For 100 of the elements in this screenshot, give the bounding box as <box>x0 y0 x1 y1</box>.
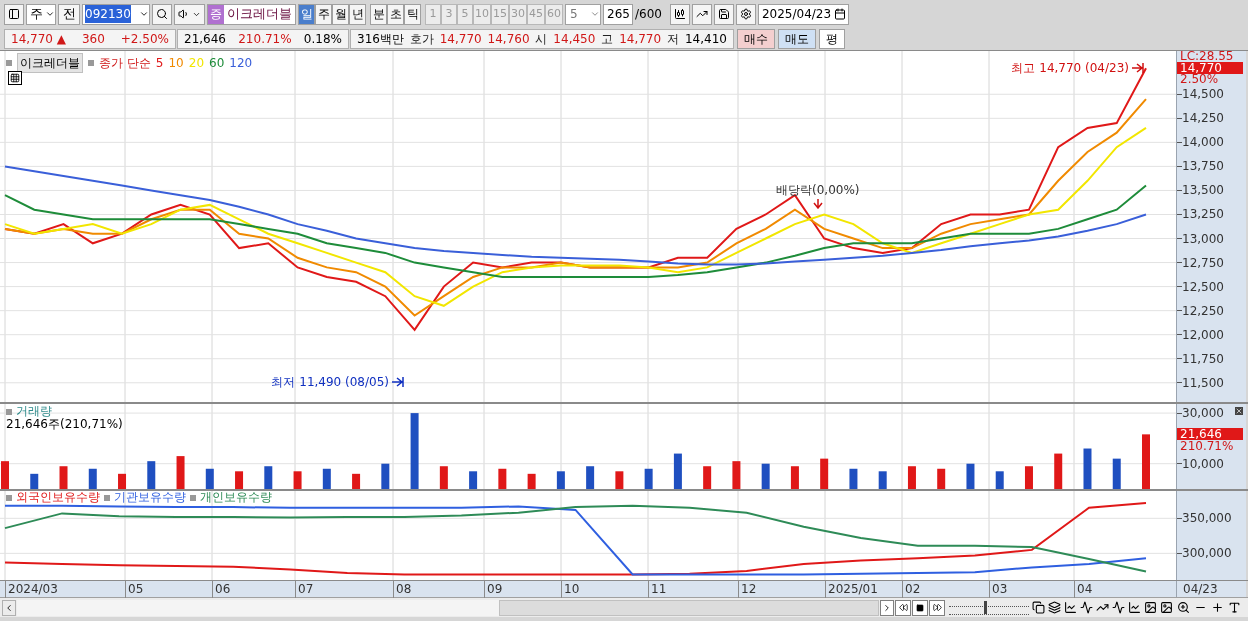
count-total: /600 <box>635 6 662 23</box>
stop-button[interactable] <box>912 599 928 616</box>
period-tab[interactable]: 주 <box>315 3 332 25</box>
stock-name: 이크레더블 <box>226 5 293 24</box>
rewind-icon <box>898 603 908 612</box>
trend-line-icon <box>695 8 708 20</box>
pulse-line-icon[interactable] <box>1080 601 1093 614</box>
scroll-left-button[interactable] <box>2 599 16 616</box>
quote-value: 210.71% <box>238 31 292 48</box>
rewind-button[interactable] <box>895 599 911 616</box>
quote-value: 21,646 <box>184 31 226 48</box>
legend-label: 외국인보유수량 <box>16 491 100 504</box>
panel-icon <box>8 8 20 20</box>
quote-value: +2.50% <box>120 31 169 48</box>
line-chart-icon[interactable] <box>1064 601 1077 614</box>
zoom-icon[interactable] <box>1177 601 1190 614</box>
settings-icon <box>739 8 752 20</box>
market-badge: 증 <box>208 4 224 24</box>
prev-button[interactable]: 전 <box>58 3 80 25</box>
line-chart-icon[interactable] <box>1128 601 1141 614</box>
period-tab[interactable]: 초 <box>387 3 404 25</box>
quote-value: 14,770 <box>619 31 662 48</box>
axis-tick-label: 12,750 <box>1182 255 1224 270</box>
stock-name-label: 이크레더블 <box>17 53 83 73</box>
axis-tick-label: 12,500 <box>1182 279 1224 294</box>
search-button[interactable] <box>152 3 172 25</box>
axis-tick-label: 13,500 <box>1182 183 1224 198</box>
period-tab[interactable]: 월 <box>332 3 349 25</box>
save-icon <box>717 8 730 20</box>
candle-add-button[interactable] <box>669 3 690 25</box>
lc-label: LC:28.55 <box>1179 51 1235 62</box>
zoom-slider-thumb[interactable] <box>984 600 987 614</box>
volume-summary: 21,646주(210,71%) <box>6 418 123 431</box>
legend-marker-icon <box>104 494 110 501</box>
order-button[interactable]: 평 <box>819 29 845 49</box>
layout-button[interactable] <box>4 3 24 25</box>
legend-marker-icon <box>88 60 94 66</box>
save-button[interactable] <box>713 3 734 25</box>
count-field[interactable]: 265 <box>603 3 633 25</box>
axis-tick-label: 13,250 <box>1182 207 1224 222</box>
change-tag: 2.50% <box>1177 74 1243 85</box>
legend-marker-icon <box>6 60 12 66</box>
copy-icon[interactable] <box>1032 601 1045 614</box>
period-tab[interactable]: 일 <box>298 3 315 25</box>
search-icon <box>156 8 168 20</box>
trend-line-icon[interactable] <box>1096 601 1109 614</box>
forward-button[interactable] <box>929 599 945 616</box>
arrow-icon <box>1132 63 1144 74</box>
quote-label: 호가 <box>409 31 434 48</box>
legend-marker-icon <box>6 408 12 415</box>
close-button[interactable] <box>1235 407 1243 415</box>
legend-marker-icon <box>6 494 12 501</box>
market-select[interactable]: 주 <box>26 3 56 25</box>
quote-value: 14,760 <box>487 31 530 48</box>
axis-tick-label: 14,250 <box>1182 111 1224 126</box>
line-add-button[interactable] <box>691 3 712 25</box>
image-icon[interactable] <box>1160 601 1173 614</box>
axis-tick-label: 13,000 <box>1182 231 1224 246</box>
period-tab[interactable]: 년 <box>349 3 366 25</box>
order-button[interactable]: 매수 <box>737 29 775 49</box>
legend-label: 5 <box>155 55 164 72</box>
quote-value: 360 <box>81 31 105 48</box>
axis-tick-label: 13,750 <box>1182 159 1224 174</box>
pulse-line-icon[interactable] <box>1112 601 1125 614</box>
legend-label: 60 <box>209 55 225 72</box>
grid-button[interactable] <box>8 71 22 85</box>
code-field[interactable]: 092130 <box>82 3 150 25</box>
axis-tick-label: 30,000 <box>1182 406 1224 421</box>
period-tab[interactable]: 틱 <box>404 3 421 25</box>
interval-select[interactable]: 5 <box>565 3 601 25</box>
date-field[interactable]: 2025/04/23 <box>757 3 850 25</box>
grid-icon <box>10 73 20 83</box>
quote-value: 0.18% <box>303 31 342 48</box>
end-date-label: 04/23 <box>1183 581 1218 598</box>
legend-title: 종가 단순 <box>99 55 151 72</box>
quote-value: 14,770 <box>439 31 482 48</box>
sound-button[interactable] <box>174 3 205 25</box>
axis-tick-label: 12,250 <box>1182 303 1224 318</box>
legend-label: 10 <box>168 55 184 72</box>
axis-tick-label: 11,750 <box>1182 351 1224 366</box>
scroll-right-button[interactable] <box>880 599 894 616</box>
legend-label: 120 <box>229 55 253 72</box>
plus-icon[interactable] <box>1211 601 1224 614</box>
axis-tick-label: 300,000 <box>1182 546 1232 561</box>
zoom-slider[interactable] <box>949 600 1029 615</box>
forward-icon <box>932 603 942 612</box>
scrollbar-thumb[interactable] <box>499 599 879 616</box>
candlestick-icon <box>673 8 686 20</box>
period-tab[interactable]: 분 <box>370 3 387 25</box>
quote-label: 고 <box>601 31 614 48</box>
font-icon[interactable] <box>1228 601 1241 614</box>
quote-value: 14,770 ▲ <box>11 31 67 48</box>
order-button[interactable]: 매도 <box>778 29 816 49</box>
quote-value: 316백만 <box>357 31 404 48</box>
volume-tag: 21,646 <box>1177 428 1243 441</box>
quote-label: 시 <box>535 31 548 48</box>
layers-icon[interactable] <box>1048 601 1061 614</box>
image-icon[interactable] <box>1144 601 1157 614</box>
legend-marker-icon <box>190 494 196 501</box>
settings-button[interactable] <box>735 3 756 25</box>
